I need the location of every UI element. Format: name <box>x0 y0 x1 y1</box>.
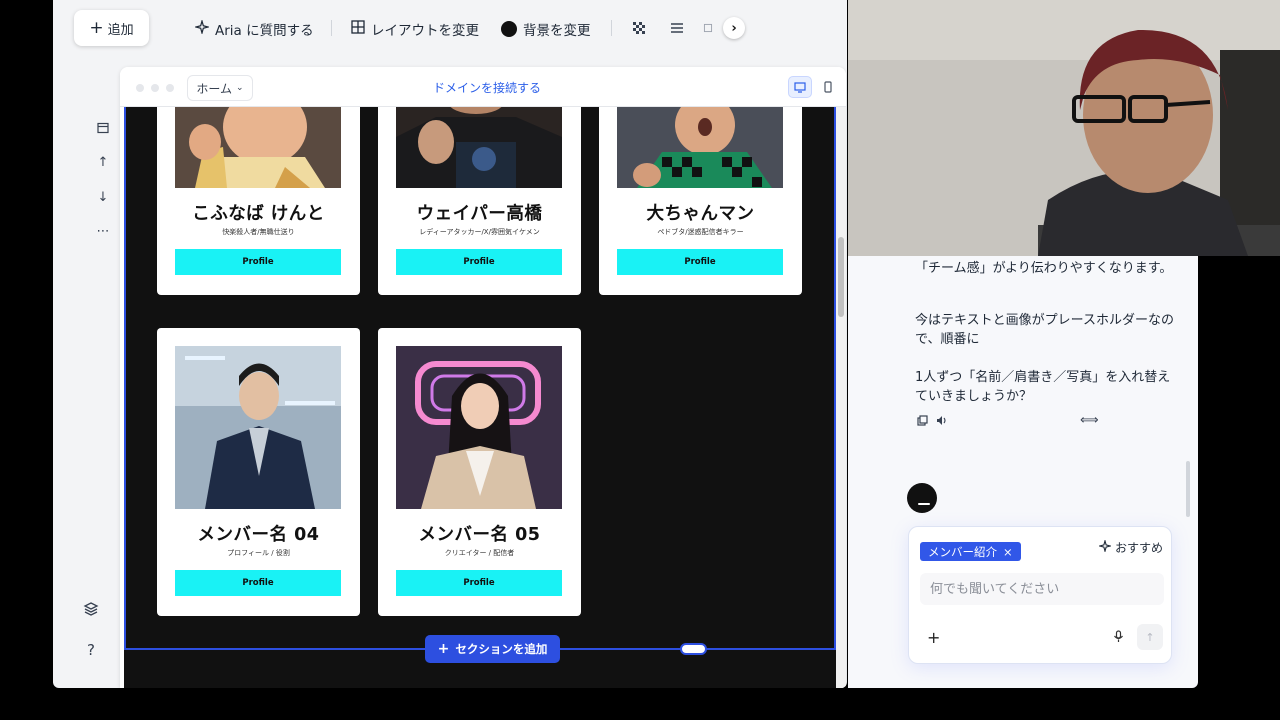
plus-icon: + <box>89 17 104 38</box>
mobile-view-icon[interactable] <box>818 76 838 98</box>
chevron-right-icon: › <box>731 20 737 36</box>
webcam-overlay <box>848 0 1280 256</box>
horizontal-resize-icon: ⟺ <box>1080 413 1099 428</box>
toolbar-divider <box>611 20 612 36</box>
chat-input[interactable] <box>920 573 1164 605</box>
copy-icon[interactable] <box>917 415 928 429</box>
recommend-label: おすすめ <box>1115 541 1164 555</box>
section-selection-frame <box>124 107 836 650</box>
scrollbar-thumb[interactable] <box>838 237 844 317</box>
attach-plus-icon[interactable]: + <box>927 628 940 647</box>
resize-handle[interactable] <box>680 643 707 655</box>
arrow-up-icon: ↑ <box>1145 630 1155 644</box>
change-layout-button[interactable]: レイアウトを変更 <box>351 18 479 40</box>
toolbar-divider <box>331 20 332 36</box>
layers-icon[interactable] <box>81 599 101 619</box>
team-section[interactable]: こふなば けんと 快楽殺人者/無職仕送り Profile ウェイパー高橋 レディ… <box>124 107 836 688</box>
move-down-icon[interactable]: ↓ <box>93 187 113 207</box>
change-background-label: 背景を変更 <box>523 23 591 39</box>
connect-domain-link[interactable]: ドメインを接続する <box>433 79 541 96</box>
help-icon[interactable]: ? <box>81 640 101 660</box>
chevron-down-icon: ⌄ <box>236 83 244 93</box>
recommend-button[interactable]: おすすめ <box>1097 538 1164 556</box>
microphone-icon[interactable] <box>1113 630 1124 646</box>
site-preview: ホーム ⌄ ドメインを接続する こふなば けんと 快楽殺人者/無職仕送り Pro… <box>120 67 846 688</box>
add-button-label: 追加 <box>107 22 134 38</box>
add-section-label: セクションを追加 <box>455 642 548 656</box>
context-chip[interactable]: メンバー紹介 × <box>920 542 1021 561</box>
ask-aria-button[interactable]: Aria に質問する <box>193 18 314 40</box>
speaker-icon[interactable] <box>936 415 948 429</box>
change-background-button[interactable]: 背景を変更 <box>501 18 591 40</box>
sparkle-icon <box>193 18 211 38</box>
chat-message: 「チーム感」がより伝わりやすくなります。 <box>915 261 1173 276</box>
page-select-value: ホーム <box>196 81 233 96</box>
page-select[interactable]: ホーム ⌄ <box>187 75 253 101</box>
chat-composer: メンバー紹介 × おすすめ + ↑ <box>908 526 1172 664</box>
section-icon[interactable] <box>93 118 113 138</box>
change-layout-label: レイアウトを変更 <box>371 23 479 39</box>
move-up-icon[interactable]: ↑ <box>93 152 113 172</box>
toolbar-next-button[interactable]: › <box>723 17 745 39</box>
preview-toolbar: ホーム ⌄ ドメインを接続する <box>120 67 846 107</box>
message-actions <box>917 415 948 429</box>
window-dot <box>136 84 144 92</box>
chat-message: 1人ずつ「名前／肩書き／写真」を入れ替えていきましょうか？ <box>915 370 1171 404</box>
texture-icon[interactable] <box>630 19 648 37</box>
window-dot <box>151 84 159 92</box>
context-chip-label: メンバー紹介 <box>928 544 997 559</box>
more-icon[interactable]: ⋯ <box>93 221 113 241</box>
aria-avatar <box>907 483 937 513</box>
send-button[interactable]: ↑ <box>1137 624 1163 650</box>
close-icon[interactable]: × <box>1003 545 1013 559</box>
chat-message: 今はテキストと画像がプレースホルダーなので、順番に <box>915 313 1174 347</box>
desktop-view-icon[interactable] <box>788 76 812 98</box>
chat-scrollbar[interactable] <box>1186 461 1190 517</box>
preview-scrollbar[interactable] <box>836 107 846 688</box>
color-circle-icon <box>501 21 517 37</box>
aria-chat-panel: 「チーム感」がより伝わりやすくなります。 今はテキストと画像がプレースホルダーな… <box>848 256 1198 688</box>
panel-icon[interactable] <box>703 19 713 37</box>
add-button[interactable]: + 追加 <box>74 10 149 46</box>
layout-icon <box>351 20 365 38</box>
plus-icon: + <box>437 641 450 657</box>
site-editor: + 追加 Aria に質問する レイアウトを変更 背景を変更 › ↑ ↓ ⋯ ?… <box>53 0 847 688</box>
editor-toolbar: + 追加 Aria に質問する レイアウトを変更 背景を変更 › <box>53 0 847 60</box>
window-dot <box>166 84 174 92</box>
menu-lines-icon[interactable] <box>668 19 686 37</box>
sparkle-icon <box>1097 538 1113 555</box>
screen: + 追加 Aria に質問する レイアウトを変更 背景を変更 › ↑ ↓ ⋯ ?… <box>0 0 1280 720</box>
add-section-button[interactable]: + セクションを追加 <box>425 635 560 663</box>
ask-aria-label: Aria に質問する <box>215 23 314 39</box>
